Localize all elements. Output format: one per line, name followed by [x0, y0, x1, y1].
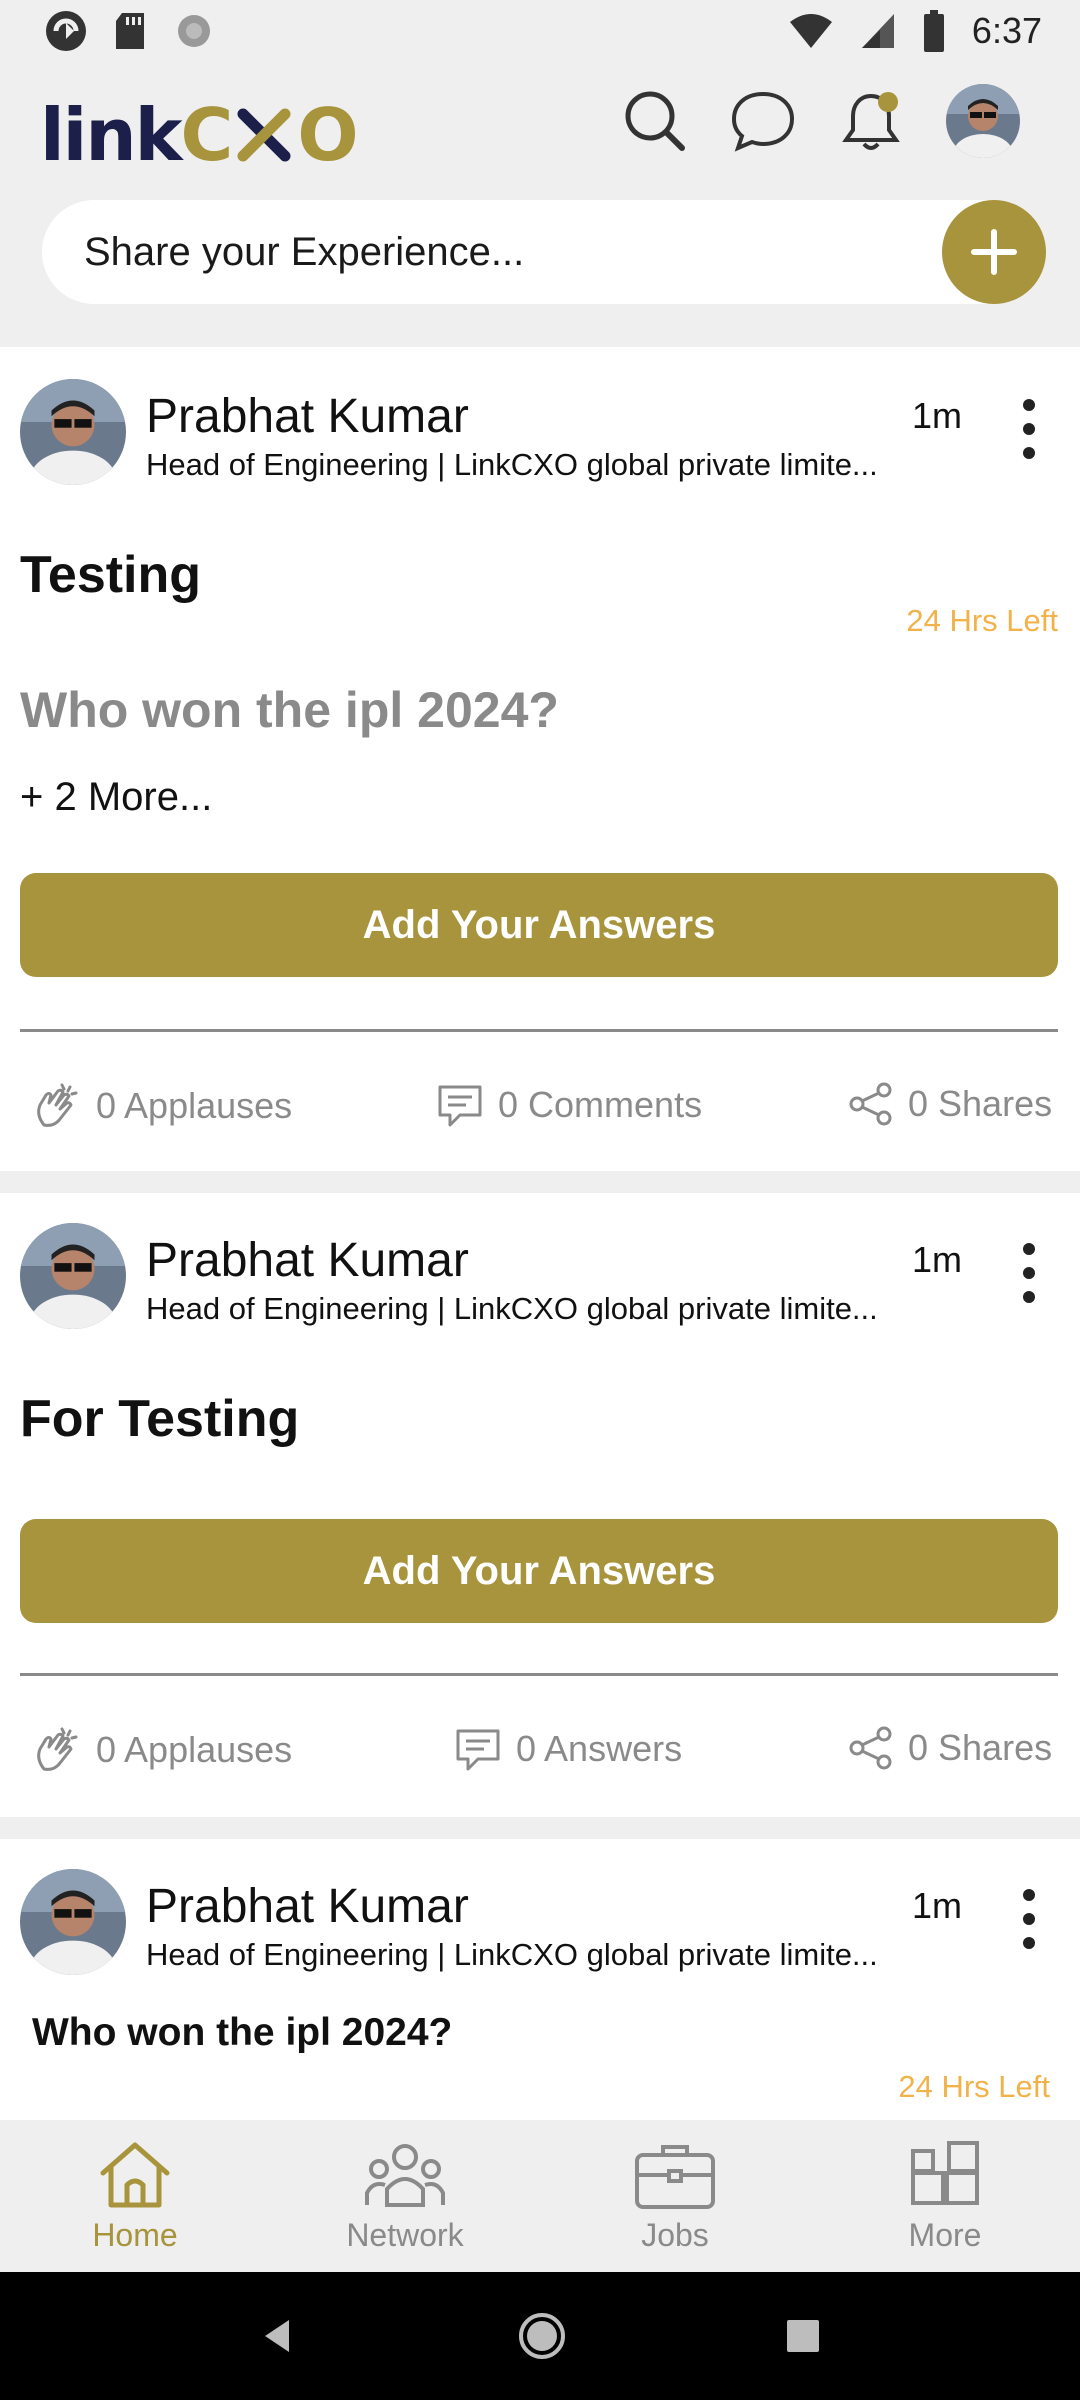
logo-o-text: O: [297, 93, 358, 177]
comment-icon: [456, 1729, 500, 1771]
clap-icon: [37, 1727, 78, 1771]
home-icon: [100, 2142, 170, 2207]
shares-count: 0 Shares: [908, 1727, 1053, 1768]
signal-icon: [861, 14, 894, 48]
applause-count: 0 Applauses: [96, 1729, 293, 1770]
share-icon: [849, 1082, 892, 1126]
nav-jobs[interactable]: Jobs: [575, 2139, 775, 2254]
share-placeholder: Share your Experience...: [84, 229, 525, 274]
more-options-link[interactable]: + 2 More...: [20, 775, 212, 820]
share-button[interactable]: 0 Shares: [848, 1081, 1052, 1127]
add-answers-button[interactable]: Add Your Answers: [20, 1519, 1058, 1623]
nav-more-label: More: [908, 2216, 982, 2253]
logo-link-text: link: [40, 93, 182, 177]
author-name[interactable]: Prabhat Kumar: [146, 389, 469, 444]
author-headline: Head of Engineering | LinkCXO global pri…: [146, 1937, 878, 1972]
search-button[interactable]: [622, 88, 688, 154]
nav-jobs-label: Jobs: [641, 2216, 709, 2253]
answers-count: 0 Answers: [516, 1728, 683, 1769]
avatar-image: [20, 1869, 126, 1975]
avatar-image: [20, 379, 126, 485]
post-options-button[interactable]: [1014, 1243, 1044, 1303]
notifications-button[interactable]: [838, 88, 904, 154]
nav-home[interactable]: Home: [35, 2139, 235, 2254]
battery-icon: [923, 10, 944, 52]
time-remaining: 24 Hrs Left: [906, 603, 1058, 638]
status-time: 6:37: [971, 10, 1042, 51]
divider: [20, 1673, 1058, 1676]
status-bar: 6:37: [0, 0, 1080, 62]
wifi-icon: [789, 14, 832, 48]
author-headline: Head of Engineering | LinkCXO global pri…: [146, 1291, 878, 1326]
author-avatar[interactable]: [20, 379, 126, 485]
answers-button[interactable]: 0 Answers: [454, 1725, 682, 1773]
avatar-image: [946, 84, 1020, 158]
post-time: 1m: [911, 1885, 962, 1926]
share-icon: [849, 1726, 892, 1770]
add-answers-button[interactable]: Add Your Answers: [20, 873, 1058, 977]
logo-x-mark: [237, 108, 291, 162]
briefcase-icon: [635, 2144, 715, 2209]
bell-icon: [842, 92, 900, 150]
comment-icon: [438, 1085, 482, 1127]
messages-button[interactable]: [730, 88, 796, 154]
applause-button[interactable]: 0 Applauses: [32, 1725, 292, 1775]
share-experience-input[interactable]: Share your Experience...: [42, 200, 1046, 304]
search-icon: [625, 91, 685, 151]
author-name[interactable]: Prabhat Kumar: [146, 1879, 469, 1934]
nav-network[interactable]: Network: [305, 2139, 505, 2254]
clap-icon: [37, 1083, 78, 1127]
author-avatar[interactable]: [20, 1223, 126, 1329]
app-status-icon: [46, 11, 86, 51]
system-navigation-bar: [0, 2272, 1080, 2400]
back-icon[interactable]: [259, 2316, 299, 2356]
share-button[interactable]: 0 Shares: [848, 1725, 1052, 1771]
nav-network-label: Network: [346, 2216, 464, 2253]
post-title: For Testing: [20, 1390, 300, 1448]
shares-count: 0 Shares: [908, 1083, 1053, 1124]
applause-count: 0 Applauses: [96, 1085, 293, 1126]
plus-icon: [971, 229, 1017, 275]
app-header: link C O Share your Experience...: [0, 62, 1080, 347]
post-options-button[interactable]: [1014, 1889, 1044, 1949]
time-remaining: 24 Hrs Left: [898, 2069, 1050, 2104]
post-time: 1m: [911, 395, 962, 436]
poll-question: Who won the ipl 2024?: [20, 682, 559, 738]
author-name[interactable]: Prabhat Kumar: [146, 1233, 469, 1288]
chat-icon: [731, 91, 795, 152]
grid-icon: [911, 2140, 979, 2205]
post-card: Prabhat Kumar Head of Engineering | Link…: [0, 347, 1080, 1171]
logo-c-text: C: [180, 93, 234, 177]
bottom-navigation: Home Network Jobs More: [0, 2120, 1080, 2272]
post-options-button[interactable]: [1014, 399, 1044, 459]
settings-status-icon: [178, 15, 210, 47]
post-title: Testing: [20, 546, 202, 604]
comments-button[interactable]: 0 Comments: [436, 1081, 702, 1129]
nav-home-label: Home: [92, 2216, 178, 2253]
post-card: Prabhat Kumar Head of Engineering | Link…: [0, 1193, 1080, 1817]
avatar-image: [20, 1223, 126, 1329]
nav-more[interactable]: More: [845, 2139, 1045, 2254]
applause-button[interactable]: 0 Applauses: [32, 1081, 292, 1131]
divider: [20, 1029, 1058, 1032]
profile-avatar[interactable]: [946, 84, 1020, 158]
comments-count: 0 Comments: [498, 1084, 703, 1125]
post-time: 1m: [911, 1239, 962, 1280]
poll-question: Who won the ipl 2024?: [32, 2011, 453, 2054]
post-card: Prabhat Kumar Head of Engineering | Link…: [0, 1839, 1080, 2139]
linkcxo-logo[interactable]: link C O: [40, 90, 359, 180]
create-post-button[interactable]: [942, 200, 1046, 304]
recents-icon[interactable]: [785, 2318, 821, 2354]
home-circle-icon[interactable]: [517, 2311, 567, 2361]
sd-card-icon: [116, 13, 144, 49]
author-avatar[interactable]: [20, 1869, 126, 1975]
network-icon: [365, 2143, 445, 2207]
author-headline: Head of Engineering | LinkCXO global pri…: [146, 447, 878, 482]
